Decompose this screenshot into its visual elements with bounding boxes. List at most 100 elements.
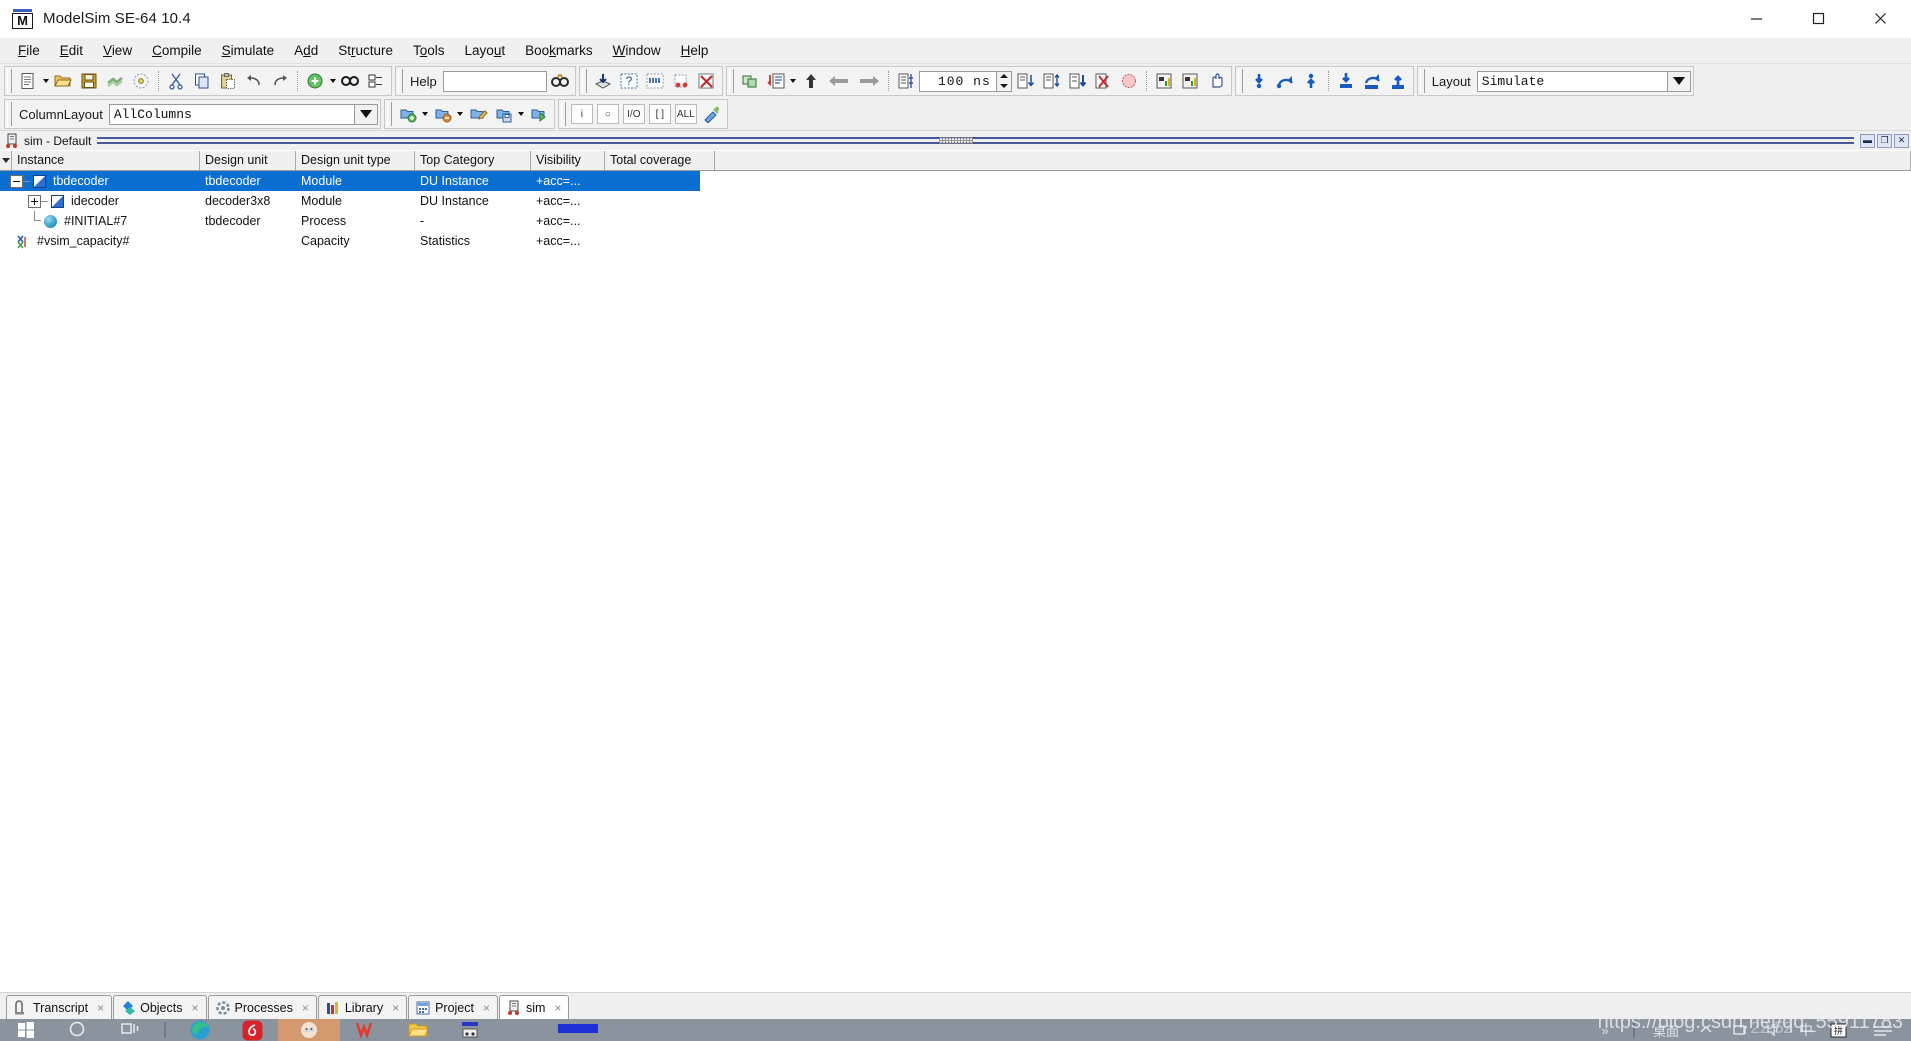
add-bookmark-dropdown-icon[interactable] (421, 112, 430, 116)
performance-profile-icon[interactable] (1151, 68, 1177, 94)
tab-close-icon[interactable]: × (94, 1001, 107, 1014)
menu-window[interactable]: Window (603, 41, 671, 60)
menu-edit[interactable]: Edit (50, 41, 93, 60)
continue-run-icon[interactable] (1038, 68, 1064, 94)
add-wave-icon[interactable] (302, 68, 328, 94)
stop-icon[interactable] (1116, 68, 1142, 94)
column-header-instance[interactable]: Instance (12, 151, 200, 170)
toolbar-grip[interactable] (7, 102, 12, 126)
find-icon[interactable] (337, 68, 363, 94)
close-icon[interactable] (1849, 0, 1911, 38)
goto-bookmark-icon[interactable] (526, 101, 552, 127)
menu-help[interactable]: Help (671, 41, 719, 60)
filter-signals-icon[interactable]: i (569, 101, 595, 127)
memory-profile-icon[interactable] (1177, 68, 1203, 94)
open-icon[interactable] (50, 68, 76, 94)
simulate-icon[interactable]: ? (616, 68, 642, 94)
filter-blocks-icon[interactable]: [ ] (647, 101, 673, 127)
help-search-input[interactable] (442, 70, 547, 92)
column-header-total-coverage[interactable]: Total coverage (605, 151, 715, 170)
step-out-instance-icon[interactable] (1385, 68, 1411, 94)
goto-source-dropdown-icon[interactable] (789, 79, 798, 83)
sort-indicator-icon[interactable] (0, 151, 12, 170)
back-icon[interactable] (824, 68, 854, 94)
cell-instance[interactable]: idecoder (0, 191, 200, 211)
tab-processes[interactable]: Processes × (207, 995, 317, 1019)
save-bookmark-dropdown-icon[interactable] (517, 112, 526, 116)
column-header-design-unit-type[interactable]: Design unit type (296, 151, 415, 170)
search-icon[interactable] (52, 1019, 104, 1041)
table-row[interactable]: idecoder decoder3x8 Module DU Instance +… (0, 191, 1911, 211)
tab-transcript[interactable]: Transcript × (6, 995, 113, 1019)
expander-plus-icon[interactable] (28, 194, 41, 208)
forward-icon[interactable] (854, 68, 884, 94)
table-row[interactable]: tbdecoder tbdecoder Module DU Instance +… (0, 171, 700, 191)
menu-view[interactable]: View (93, 41, 142, 60)
panel-drag-handle[interactable] (938, 137, 973, 144)
panel-minimize-icon[interactable]: ▬ (1860, 133, 1875, 148)
panel-close-icon[interactable]: ✕ (1894, 133, 1909, 148)
toolbar-grip[interactable] (1237, 69, 1243, 93)
avatar-icon[interactable] (278, 1019, 340, 1041)
tab-close-icon[interactable]: × (551, 1001, 564, 1014)
layout-select-value[interactable]: Simulate (1476, 70, 1667, 92)
layout-chevron-down-icon[interactable] (1666, 70, 1691, 92)
up-icon[interactable] (798, 68, 824, 94)
panel-restore-icon[interactable]: ❐ (1877, 133, 1892, 148)
pan-icon[interactable] (1203, 68, 1229, 94)
menu-simulate[interactable]: Simulate (212, 41, 285, 60)
end-sim-icon[interactable] (694, 68, 720, 94)
tab-sim[interactable]: sim × (498, 995, 570, 1019)
compile-all-icon[interactable] (128, 68, 154, 94)
cell-instance[interactable]: tbdecoder (0, 171, 200, 191)
modelsim-taskbar-icon[interactable] (444, 1019, 496, 1041)
copy-icon[interactable] (189, 68, 215, 94)
run-time-spinner[interactable] (996, 70, 1012, 92)
minimize-icon[interactable] (1725, 0, 1787, 38)
toolbar-grip[interactable] (728, 69, 734, 93)
step-over-instance-icon[interactable] (1359, 68, 1385, 94)
break-icon[interactable] (1090, 68, 1116, 94)
delete-bookmark-icon[interactable] (430, 101, 456, 127)
menu-layout[interactable]: Layout (455, 41, 516, 60)
edge-browser-icon[interactable] (174, 1019, 226, 1041)
step-over-icon[interactable] (1272, 68, 1298, 94)
netease-music-icon[interactable] (226, 1019, 278, 1041)
restart-icon[interactable] (668, 68, 694, 94)
tab-objects[interactable]: Objects × (113, 995, 207, 1019)
expander-minus-icon[interactable] (10, 174, 23, 188)
clear-filter-icon[interactable] (699, 101, 725, 127)
step-out-icon[interactable] (1298, 68, 1324, 94)
toolbar-grip[interactable] (581, 69, 587, 93)
step-into-instance-icon[interactable] (1333, 68, 1359, 94)
edit-bookmark-icon[interactable] (465, 101, 491, 127)
menu-add[interactable]: Add (284, 41, 328, 60)
run-options-icon[interactable] (893, 68, 919, 94)
column-header-design-unit[interactable]: Design unit (200, 151, 296, 170)
cell-instance[interactable]: #INITIAL#7 (0, 211, 200, 231)
save-bookmark-icon[interactable] (491, 101, 517, 127)
paste-icon[interactable] (215, 68, 241, 94)
run-icon[interactable] (1012, 68, 1038, 94)
new-file-dropdown-icon[interactable] (41, 79, 50, 83)
load-design-icon[interactable] (590, 68, 616, 94)
group-icon[interactable] (737, 68, 763, 94)
task-view-icon[interactable] (104, 1019, 156, 1041)
toolbar-grip[interactable] (1419, 69, 1425, 93)
undo-icon[interactable] (241, 68, 267, 94)
toolbar-grip[interactable] (7, 69, 12, 93)
file-explorer-icon[interactable] (392, 1019, 444, 1041)
maximize-icon[interactable] (1787, 0, 1849, 38)
windows-start-icon[interactable] (0, 1019, 52, 1041)
tab-close-icon[interactable]: × (389, 1001, 402, 1014)
column-header-top-category[interactable]: Top Category (415, 151, 531, 170)
help-search-icon[interactable] (547, 68, 573, 94)
add-wave-dropdown-icon[interactable] (328, 79, 337, 83)
column-header-visibility[interactable]: Visibility (531, 151, 605, 170)
menu-bookmarks[interactable]: Bookmarks (515, 41, 603, 60)
save-icon[interactable] (76, 68, 102, 94)
filter-processes-icon[interactable]: ○ (595, 101, 621, 127)
menu-tools[interactable]: Tools (403, 41, 455, 60)
table-row[interactable]: #INITIAL#7 tbdecoder Process - +acc=... (0, 211, 1911, 231)
menu-compile[interactable]: Compile (142, 41, 212, 60)
